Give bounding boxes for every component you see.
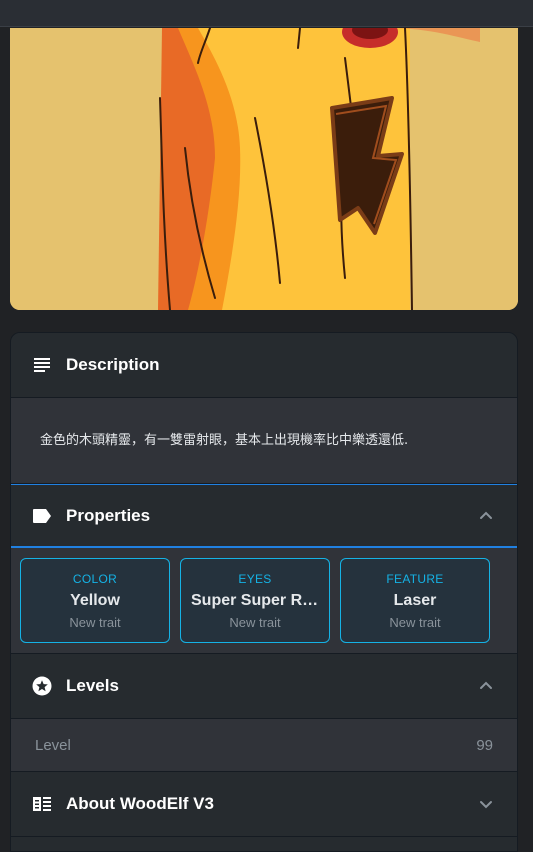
levels-header[interactable]: Levels [11, 654, 517, 719]
trait-value: Yellow [70, 592, 120, 609]
nft-artwork-image[interactable] [10, 28, 518, 310]
star-circle-icon [32, 676, 52, 696]
description-text: 金色的木頭精靈，有一雙雷射眼，基本上出現機率比中樂透還低. [40, 433, 409, 448]
level-row: Level 99 [11, 719, 517, 772]
trait-type: FEATURE [386, 572, 444, 586]
trait-card-eyes[interactable]: EYES Super Super Ra... New trait [180, 558, 330, 643]
trait-value: Super Super Ra... [191, 592, 325, 609]
trait-card-color[interactable]: COLOR Yellow New trait [20, 558, 170, 643]
chevron-up-icon[interactable] [477, 507, 495, 525]
description-title: Description [66, 355, 160, 374]
about-header[interactable]: About WoodElf V3 [11, 772, 517, 837]
trait-rarity: New trait [389, 615, 441, 630]
properties-grid: COLOR Yellow New trait EYES Super Super … [11, 548, 517, 654]
label-tag-icon [32, 506, 52, 526]
trait-value: Laser [393, 592, 437, 609]
trait-type: COLOR [72, 572, 118, 586]
about-title: About WoodElf V3 [66, 794, 214, 813]
description-header[interactable]: Description [11, 333, 517, 398]
chevron-up-icon[interactable] [477, 677, 495, 695]
chevron-down-icon[interactable] [477, 795, 495, 813]
subject-lines-icon [32, 355, 52, 375]
item-details-panel: Description 金色的木頭精靈，有一雙雷射眼，基本上出現機率比中樂透還低… [10, 332, 518, 852]
trait-card-feature[interactable]: FEATURE Laser New trait [340, 558, 490, 643]
level-value: 99 [476, 736, 493, 754]
properties-header[interactable]: Properties [11, 484, 517, 548]
trait-rarity: New trait [69, 615, 121, 630]
properties-title: Properties [66, 505, 151, 525]
description-body: 金色的木頭精靈，有一雙雷射眼，基本上出現機率比中樂透還低. [11, 398, 517, 484]
levels-title: Levels [66, 676, 119, 695]
list-detail-icon [32, 794, 52, 814]
trait-rarity: New trait [229, 615, 281, 630]
trait-type: EYES [238, 572, 272, 586]
top-bar [0, 0, 533, 27]
level-name: Level [35, 736, 71, 754]
